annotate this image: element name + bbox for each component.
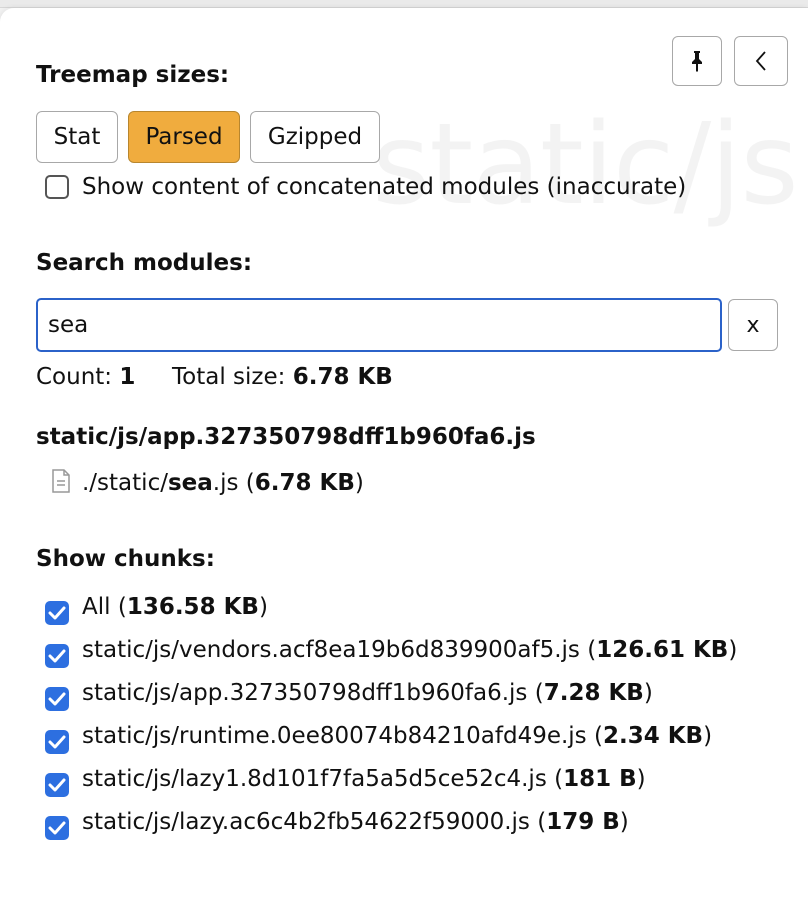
chunk-label[interactable]: static/js/vendors.acf8ea19b6d839900af5.j… [82,637,737,663]
search-input[interactable] [36,298,722,352]
chunk-name: static/js/vendors.acf8ea19b6d839900af5.j… [82,637,580,663]
chunk-size: 181 B [563,766,637,792]
treemap-sizes-heading: Treemap sizes: [36,62,230,88]
checkmark-icon [48,692,66,706]
concatenated-modules-label: Show content of concatenated modules (in… [82,174,687,200]
checkmark-icon [48,649,66,663]
module-close: ) [354,470,364,496]
chunk-name: static/js/lazy1.8d101f7fa5a5d5ce52c4.js [82,766,547,792]
module-size: 6.78 KB [254,470,355,496]
chunk-checkbox[interactable] [45,773,69,797]
chunk-checkbox[interactable] [45,601,69,625]
result-chunk-name[interactable]: static/js/app.327350798dff1b960fa6.js [36,424,536,450]
chunk-label[interactable]: static/js/app.327350798dff1b960fa6.js (7… [82,680,653,706]
stat-button[interactable]: Stat [36,111,118,163]
checkmark-icon [48,735,66,749]
gzipped-button[interactable]: Gzipped [250,111,380,163]
chunk-size: 136.58 KB [126,594,259,620]
chunk-label[interactable]: static/js/lazy1.8d101f7fa5a5d5ce52c4.js … [82,766,646,792]
pin-icon [692,51,702,72]
chunk-size: 2.34 KB [602,723,704,749]
chunk-name: static/js/lazy.ac6c4b2fb54622f59000.js [82,809,530,835]
chunk-name: static/js/runtime.0ee80074b84210afd49e.j… [82,723,587,749]
module-path-match: sea [167,470,213,496]
collapse-button[interactable] [734,36,788,86]
search-stats: Count: 1 Total size: 6.78 KB [36,364,393,390]
clear-search-button[interactable]: x [728,299,778,351]
pin-button[interactable] [672,36,722,86]
checkmark-icon [48,821,66,835]
module-path-suffix: .js ( [212,470,255,496]
total-size-value: 6.78 KB [292,364,393,390]
chunk-checkbox[interactable] [45,644,69,668]
chunk-size: 126.61 KB [596,637,729,663]
checkmark-icon [48,606,66,620]
watermark-text: static/js [372,100,799,230]
window-edge [0,0,808,8]
file-icon [52,469,70,493]
chunk-checkbox[interactable] [45,816,69,840]
chunk-name: All [82,594,111,620]
count-value: 1 [119,364,136,390]
search-modules-heading: Search modules: [36,250,253,276]
module-path-prefix: ./static/ [82,470,168,496]
chunk-size: 7.28 KB [543,680,644,706]
chunk-name: static/js/app.327350798dff1b960fa6.js [82,680,528,706]
show-chunks-heading: Show chunks: [36,546,215,572]
chunk-label[interactable]: static/js/lazy.ac6c4b2fb54622f59000.js (… [82,809,629,835]
concatenated-modules-checkbox[interactable] [45,175,69,199]
chunk-checkbox[interactable] [45,730,69,754]
chunk-label[interactable]: static/js/runtime.0ee80074b84210afd49e.j… [82,723,712,749]
parsed-button[interactable]: Parsed [128,111,240,163]
chunk-size: 179 B [546,809,620,835]
chunk-label[interactable]: All (136.58 KB) [82,594,268,620]
checkmark-icon [48,778,66,792]
chunk-checkbox[interactable] [45,687,69,711]
total-size-label: Total size: [172,364,286,390]
chevron-left-icon [755,51,766,71]
sidebar-panel: static/js Treemap sizes: Stat Parsed Gzi… [0,8,808,912]
result-module-row[interactable]: ./static/sea.js (6.78 KB) [50,468,364,496]
count-label: Count: [36,364,113,390]
